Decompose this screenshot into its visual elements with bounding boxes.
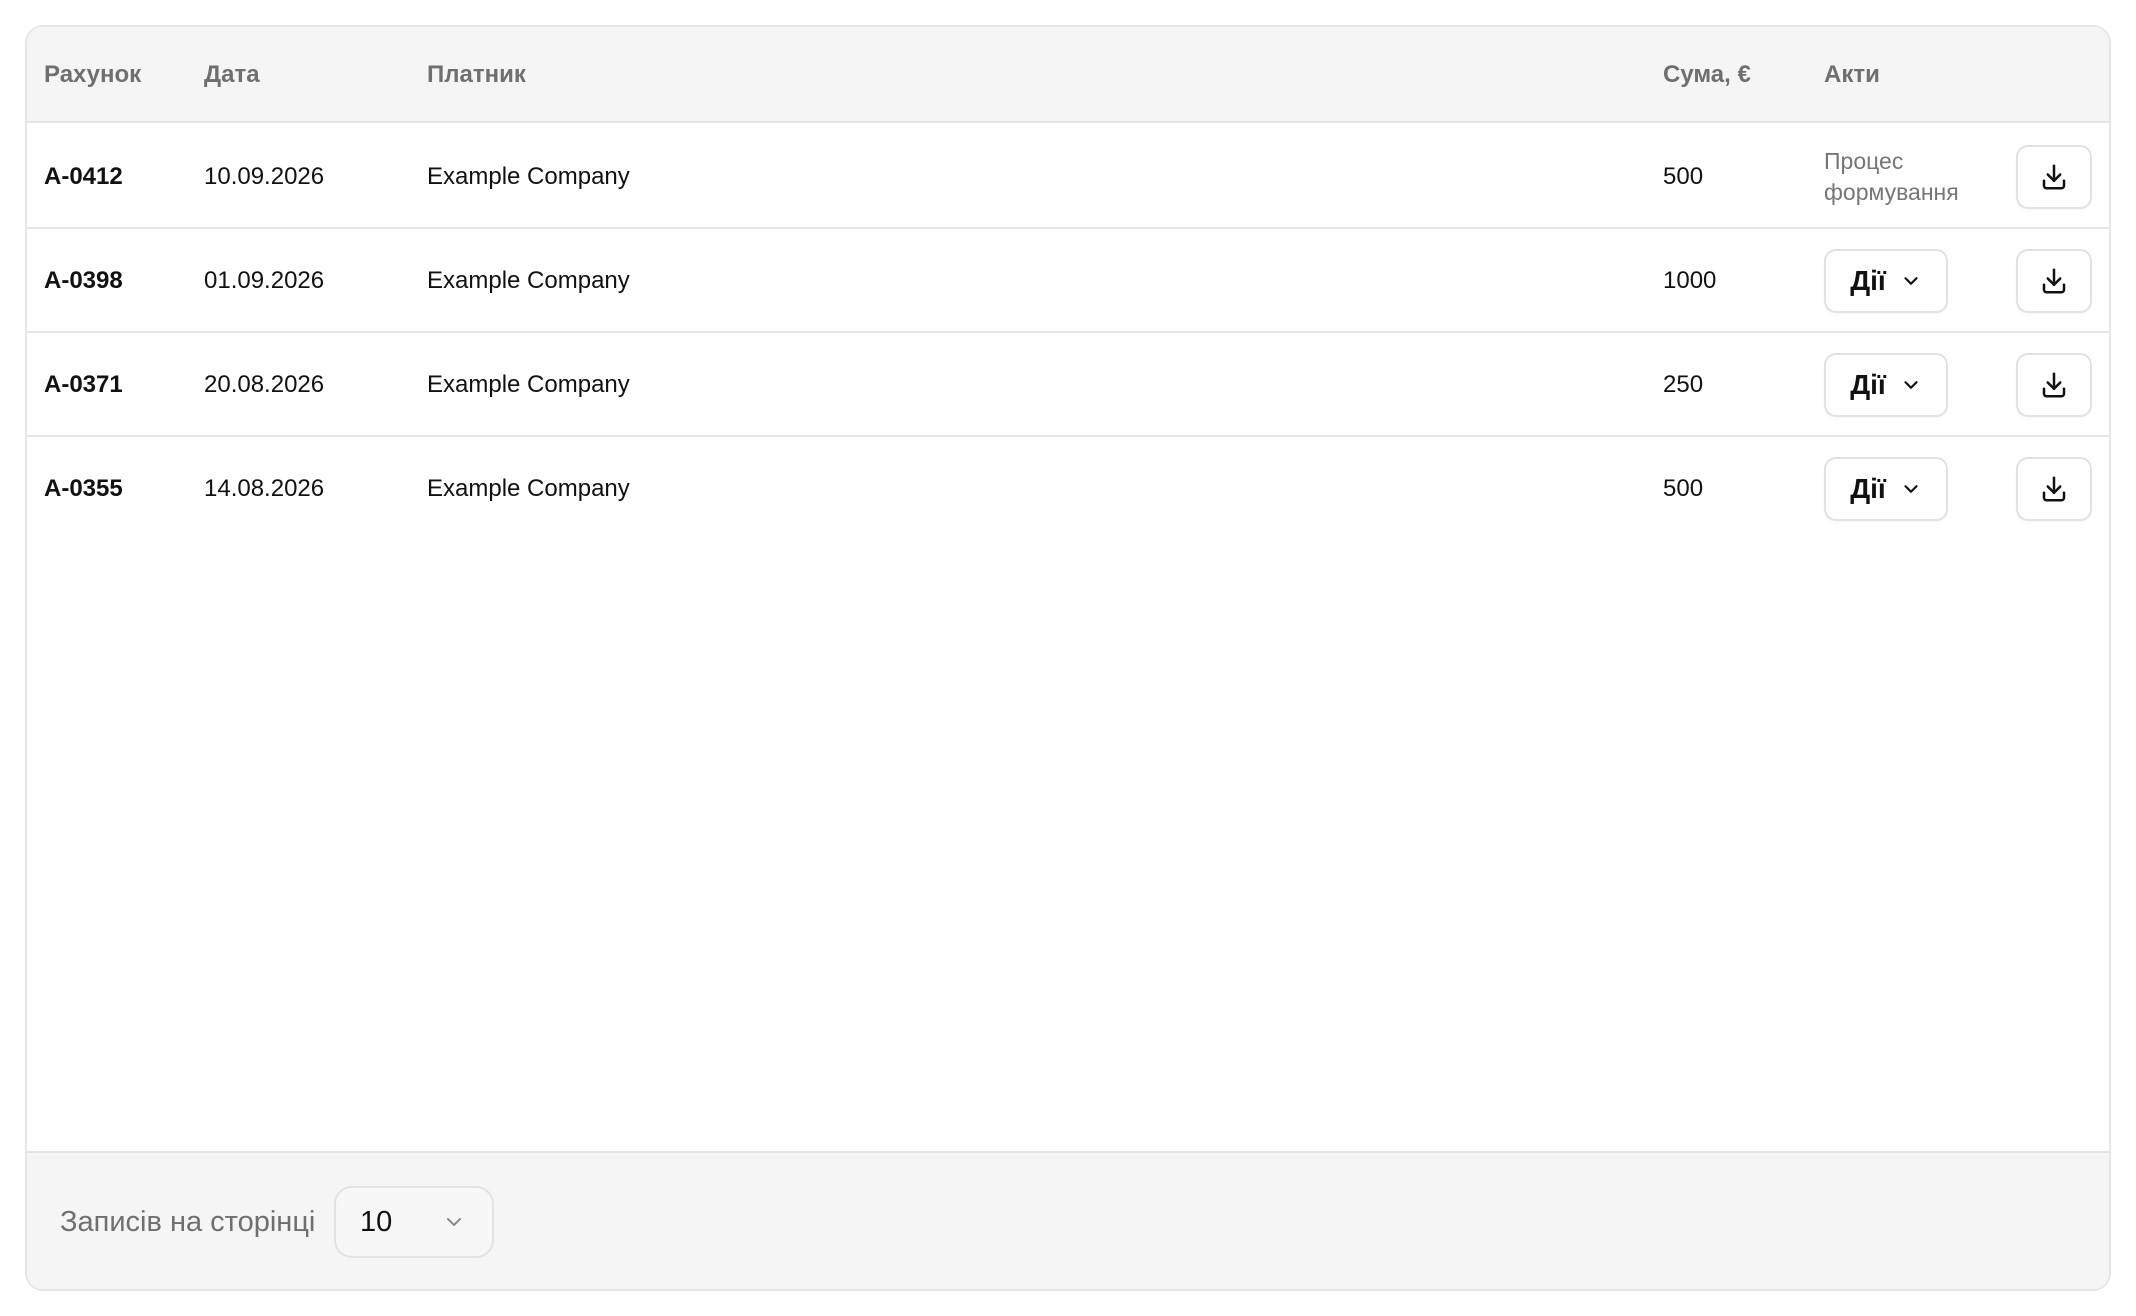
column-header-sum[interactable]: Сума, € — [1663, 27, 1751, 123]
download-button[interactable] — [2016, 353, 2092, 417]
column-header-acts[interactable]: Акти — [1824, 27, 1880, 123]
invoice-number: A-0412 — [44, 163, 123, 190]
table-row[interactable]: A-0355 14.08.2026 Example Company 500 Ді… — [27, 437, 2109, 541]
table-header: Рахунок Дата Платник Сума, € Акти — [27, 27, 2109, 123]
actions-label: Дії — [1850, 473, 1886, 504]
download-button[interactable] — [2016, 145, 2092, 209]
actions-dropdown-button[interactable]: Дії — [1824, 249, 1948, 313]
actions-dropdown-button[interactable]: Дії — [1824, 457, 1948, 521]
acts-cell: Процес формування — [1824, 125, 1994, 229]
invoice-sum: 250 — [1663, 371, 1704, 398]
download-icon — [2039, 266, 2069, 296]
records-per-page-value: 10 — [360, 1206, 393, 1238]
invoice-payer: Example Company — [427, 267, 630, 294]
invoice-number: A-0371 — [44, 371, 123, 398]
invoice-payer: Example Company — [427, 371, 630, 398]
invoice-date: 01.09.2026 — [204, 267, 325, 294]
chevron-down-icon — [1900, 270, 1922, 292]
download-icon — [2039, 162, 2069, 192]
download-button[interactable] — [2016, 457, 2092, 521]
acts-status-processing: Процес формування — [1824, 148, 1959, 205]
table-row[interactable]: A-0398 01.09.2026 Example Company 1000 Д… — [27, 229, 2109, 333]
invoice-number: A-0398 — [44, 267, 123, 294]
chevron-down-icon — [1900, 374, 1922, 396]
invoice-date: 20.08.2026 — [204, 371, 325, 398]
actions-label: Дії — [1850, 369, 1886, 400]
invoice-payer: Example Company — [427, 163, 630, 190]
download-button[interactable] — [2016, 249, 2092, 313]
column-header-invoice[interactable]: Рахунок — [44, 27, 141, 123]
invoice-sum: 1000 — [1663, 267, 1717, 294]
records-per-page-select[interactable]: 10 — [334, 1186, 494, 1258]
invoice-date: 14.08.2026 — [204, 475, 325, 502]
invoice-sum: 500 — [1663, 475, 1704, 502]
invoice-payer: Example Company — [427, 475, 630, 502]
invoice-number: A-0355 — [44, 475, 123, 502]
actions-dropdown-button[interactable]: Дії — [1824, 353, 1948, 417]
invoices-table-card: Рахунок Дата Платник Сума, € Акти A-0412… — [25, 25, 2111, 1291]
actions-label: Дії — [1850, 265, 1886, 296]
table-row[interactable]: A-0412 10.09.2026 Example Company 500 Пр… — [27, 125, 2109, 229]
download-icon — [2039, 474, 2069, 504]
records-per-page-label: Записів на сторінці — [60, 1206, 316, 1238]
download-icon — [2039, 370, 2069, 400]
table-footer: Записів на сторінці 10 — [27, 1151, 2109, 1289]
invoice-sum: 500 — [1663, 163, 1704, 190]
table-row[interactable]: A-0371 20.08.2026 Example Company 250 Ді… — [27, 333, 2109, 437]
invoice-date: 10.09.2026 — [204, 163, 325, 190]
chevron-down-icon — [442, 1210, 466, 1234]
column-header-date[interactable]: Дата — [204, 27, 260, 123]
column-header-payer[interactable]: Платник — [427, 27, 526, 123]
chevron-down-icon — [1900, 478, 1922, 500]
